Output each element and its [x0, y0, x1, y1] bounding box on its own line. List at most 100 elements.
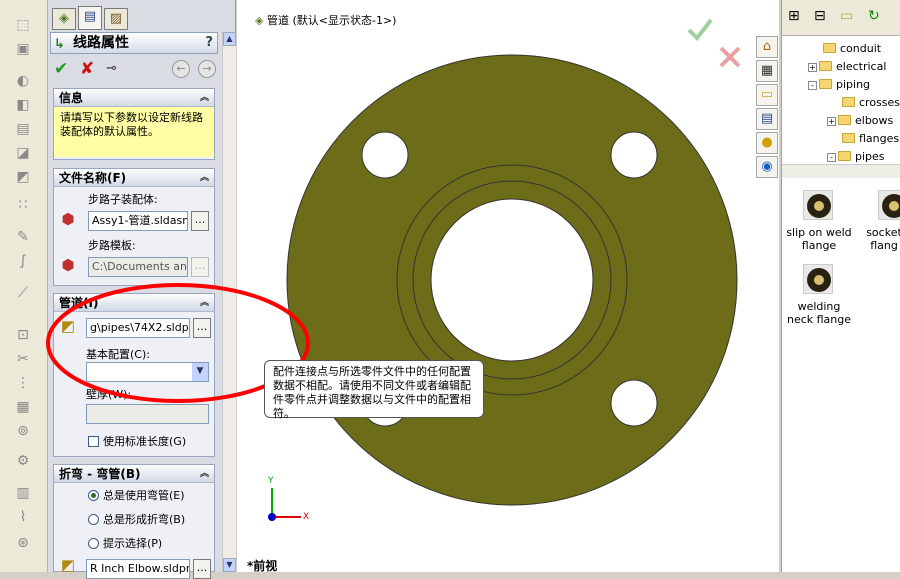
checkbox-icon[interactable] [88, 436, 99, 447]
view-palette-icon[interactable]: ▤ [756, 108, 778, 130]
radio-label: 总是形成折弯(B) [103, 513, 186, 526]
library-item-thumbnail[interactable] [803, 190, 833, 220]
design-library-icon[interactable]: ▦ [756, 60, 778, 82]
always-form-bend-radio[interactable]: 总是形成折弯(B) [88, 511, 185, 527]
sweep-tool-icon[interactable]: ◧ [13, 96, 33, 114]
pattern-tool-icon[interactable]: ∷ [13, 196, 33, 214]
property-manager-tab[interactable]: ▤ [78, 6, 102, 30]
tree-item-electrical[interactable]: + electrical [808, 60, 886, 73]
info-text: 请填写以下参数以设定新线路装配体的默认属性。 [54, 107, 214, 157]
manager-tabs: ◈ ▤ ▨ [50, 6, 170, 30]
line-tool-icon[interactable]: ⟋ [13, 284, 33, 302]
routing-tool-icon[interactable]: ⊡ [13, 326, 33, 344]
sub-assembly-browse-button[interactable]: ... [191, 211, 209, 231]
folder-icon [819, 61, 832, 71]
appearances-icon[interactable]: ● [756, 132, 778, 154]
collapse-icon[interactable]: - [808, 81, 817, 90]
elbow-browse-button[interactable]: ... [193, 559, 211, 579]
sub-assembly-field[interactable]: Assy1-管道.sldasm [88, 211, 188, 231]
template-browse-button[interactable]: ... [191, 257, 209, 277]
library-toolbar: ⊞ ⊟ ▭ ↻ [782, 0, 900, 36]
tree-item-piping[interactable]: - piping [808, 78, 870, 91]
elbow-file-field[interactable]: R Inch Elbow.sldprt [86, 559, 190, 579]
accept-icon[interactable] [687, 18, 713, 42]
edit-route-icon[interactable]: ⌇ [13, 508, 33, 526]
mate-tool-icon[interactable]: ⊚ [13, 422, 33, 440]
tree-item-pipes[interactable]: - pipes [827, 150, 885, 163]
flange-thumbnail-icon [807, 194, 831, 218]
always-use-elbow-radio[interactable]: 总是使用弯管(E) [88, 487, 185, 503]
reject-icon[interactable] [719, 46, 741, 68]
home-icon[interactable]: ⌂ [756, 36, 778, 58]
file-name-header-label: 文件名称(F) [59, 171, 127, 185]
chamfer-tool-icon[interactable]: ◩ [13, 168, 33, 186]
tree-label: elbows [855, 114, 894, 127]
library-hscrollbar[interactable] [782, 164, 900, 178]
collapse-icon[interactable]: - [827, 153, 836, 162]
arrow-left-icon: ← [176, 62, 186, 75]
sub-assembly-label: 步路子装配体: [88, 193, 158, 206]
collapse-chevron-icon[interactable]: ︽ [200, 169, 209, 187]
triad-y-label: Y [268, 476, 274, 486]
expand-icon[interactable]: + [808, 63, 817, 72]
radio-selected-icon [88, 490, 99, 501]
cable-tool-icon[interactable]: ⊛ [13, 534, 33, 552]
standard-length-checkbox[interactable]: 使用标准长度(G) [88, 433, 186, 449]
file-explorer-icon[interactable]: ▭ [756, 84, 778, 106]
pm-title-bar: ↳ 线路属性 ? [50, 32, 218, 54]
component-tool-icon[interactable]: ▦ [13, 398, 33, 416]
configuration-manager-tab[interactable]: ▨ [104, 8, 128, 30]
tree-item-flanges[interactable]: flanges [842, 132, 899, 145]
folder-icon [842, 133, 855, 143]
file-name-header[interactable]: 文件名称(F) ︽ [54, 169, 214, 187]
scroll-down-icon[interactable]: ▼ [223, 558, 236, 572]
back-button[interactable]: ← [172, 60, 190, 78]
fillet-tool-icon[interactable]: ◪ [13, 144, 33, 162]
library-item-thumbnail[interactable] [803, 264, 833, 294]
settings-tool-icon[interactable]: ⚙ [13, 452, 33, 470]
library-item-thumbnail[interactable] [878, 190, 900, 220]
collapse-chevron-icon[interactable]: ︽ [200, 89, 209, 107]
library-item-caption[interactable]: socket flang [862, 226, 900, 252]
extrude-tool-icon[interactable]: ▣ [13, 40, 33, 58]
bend-header[interactable]: 折弯 - 弯管(B) ︽ [54, 465, 214, 483]
folder-icon [823, 43, 836, 53]
cancel-button[interactable]: ✘ [80, 60, 94, 78]
tree-label: pipes [855, 150, 885, 163]
arrow-right-icon: → [202, 62, 212, 75]
library-item-caption[interactable]: welding neck flange [784, 300, 854, 326]
folder-icon [838, 151, 851, 161]
clip-tool-icon[interactable]: ✂ [13, 350, 33, 368]
revolve-tool-icon[interactable]: ◐ [13, 72, 33, 90]
help-button[interactable]: ? [205, 33, 213, 53]
feature-manager-tab[interactable]: ◈ [52, 8, 76, 30]
add-location-icon[interactable]: ⊟ [814, 8, 826, 24]
collapse-chevron-icon[interactable]: ︽ [200, 465, 209, 483]
library-item-caption[interactable]: slip on weld flange [784, 226, 854, 252]
add-to-library-icon[interactable]: ⊞ [788, 8, 800, 24]
tree-label: flanges [859, 132, 900, 145]
refresh-icon[interactable]: ↻ [868, 8, 880, 24]
info-header[interactable]: 信息 ︽ [54, 89, 214, 107]
scroll-up-icon[interactable]: ▲ [223, 32, 236, 46]
sketch-tool-icon[interactable]: ⬚ [13, 16, 33, 34]
task-pane-tabs: ⌂ ▦ ▭ ▤ ● ◉ [755, 32, 781, 182]
prompt-choice-radio[interactable]: 提示选择(P) [88, 535, 162, 551]
template-field[interactable]: C:\Documents and S [88, 257, 188, 277]
tree-item-crosses[interactable]: crosses [842, 96, 900, 109]
forward-button[interactable]: → [198, 60, 216, 78]
expand-icon[interactable]: + [827, 117, 836, 126]
ok-button[interactable]: ✔ [54, 60, 68, 78]
custom-properties-icon[interactable]: ◉ [756, 156, 778, 178]
spline-tool-icon[interactable]: ∫ [13, 252, 33, 270]
loft-tool-icon[interactable]: ▤ [13, 120, 33, 138]
new-folder-icon[interactable]: ▭ [840, 8, 853, 24]
fitting-tool-icon[interactable]: ⋮ [13, 374, 33, 392]
pushpin-button[interactable]: ⊸ [106, 60, 117, 78]
tree-item-conduit[interactable]: conduit [823, 42, 881, 55]
sketch-point-icon[interactable]: ✎ [13, 228, 33, 246]
tree-item-elbows[interactable]: + elbows [827, 114, 893, 127]
tree-label: conduit [840, 42, 882, 55]
radio-label: 总是使用弯管(E) [103, 489, 185, 502]
library-tool-icon[interactable]: ▥ [13, 484, 33, 502]
